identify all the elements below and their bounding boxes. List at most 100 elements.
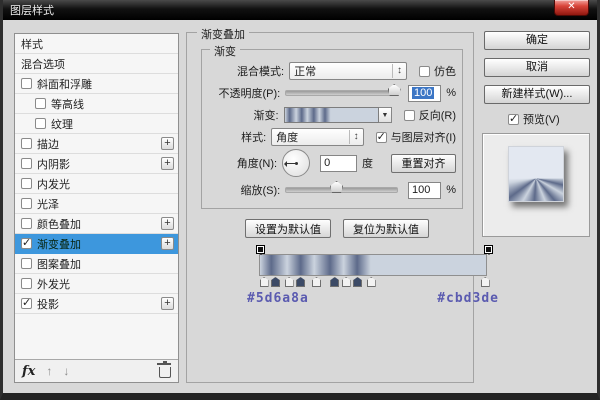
preview-checkbox[interactable] <box>508 114 519 125</box>
opacity-slider-thumb[interactable] <box>388 84 401 96</box>
sidebar-item-11[interactable]: 图案叠加 <box>15 254 178 274</box>
blend-mode-select[interactable]: 正常 ↕ <box>289 62 407 80</box>
reset-default-button[interactable]: 复位为默认值 <box>343 219 429 238</box>
scale-slider-thumb[interactable] <box>330 181 343 193</box>
dialog-body: 样式混合选项斜面和浮雕等高线纹理描边+内阴影+内发光光泽颜色叠加+渐变叠加+图案… <box>3 20 597 393</box>
gradient-bar[interactable] <box>259 254 487 276</box>
effect-checkbox[interactable] <box>21 78 32 89</box>
color-stop[interactable] <box>271 277 280 287</box>
color-stop[interactable] <box>260 277 269 287</box>
sidebar-item-label: 纹理 <box>51 116 73 132</box>
effect-checkbox[interactable] <box>21 138 32 149</box>
gradient-picker-arrow-icon[interactable]: ▼ <box>379 107 392 123</box>
scale-row: 缩放(S): 100 % <box>202 178 462 202</box>
sidebar-item-label: 投影 <box>37 296 59 312</box>
style-list: 样式混合选项斜面和浮雕等高线纹理描边+内阴影+内发光光泽颜色叠加+渐变叠加+图案… <box>15 34 178 359</box>
color-stop[interactable] <box>353 277 362 287</box>
sidebar-item-label: 等高线 <box>51 96 84 112</box>
align-with-layer-label: 与图层对齐(I) <box>391 129 456 145</box>
scale-slider[interactable] <box>285 187 398 193</box>
effect-checkbox[interactable] <box>21 278 32 289</box>
scale-input[interactable]: 100 <box>408 182 441 199</box>
sidebar-item-12[interactable]: 外发光 <box>15 274 178 294</box>
blend-mode-value: 正常 <box>294 63 392 79</box>
gradient-label: 渐变: <box>208 107 279 123</box>
align-with-layer-checkbox[interactable] <box>376 132 387 143</box>
dither-checkbox[interactable] <box>419 66 430 77</box>
gradient-overlay-group: 渐变叠加 渐变 混合模式: 正常 ↕ 仿色 <box>186 32 474 383</box>
effect-checkbox[interactable] <box>21 178 32 189</box>
scale-label: 缩放(S): <box>208 182 280 198</box>
sidebar-item-label: 图案叠加 <box>37 256 81 272</box>
reset-alignment-button[interactable]: 重置对齐 <box>391 154 456 173</box>
sidebar-item-9[interactable]: 颜色叠加+ <box>15 214 178 234</box>
sidebar-item-2[interactable]: 斜面和浮雕 <box>15 74 178 94</box>
sidebar-item-label: 样式 <box>21 36 43 52</box>
gradient-swatch[interactable] <box>284 107 380 123</box>
duplicate-effect-plus-button[interactable]: + <box>161 157 174 170</box>
move-down-icon[interactable]: ↓ <box>63 364 69 378</box>
new-style-button[interactable]: 新建样式(W)... <box>484 85 590 104</box>
sidebar-item-label: 内发光 <box>37 176 70 192</box>
ok-button[interactable]: 确定 <box>484 31 590 50</box>
duplicate-effect-plus-button[interactable]: + <box>161 237 174 250</box>
color-stop[interactable] <box>312 277 321 287</box>
reverse-checkbox[interactable] <box>404 110 415 121</box>
sidebar-item-label: 描边 <box>37 136 59 152</box>
close-icon[interactable]: ✕ <box>554 0 589 16</box>
opacity-input[interactable]: 100 <box>408 85 441 102</box>
sidebar-item-8[interactable]: 光泽 <box>15 194 178 214</box>
fx-menu-button[interactable]: fx <box>22 364 35 379</box>
duplicate-effect-plus-button[interactable]: + <box>161 137 174 150</box>
cancel-button[interactable]: 取消 <box>484 58 590 77</box>
blend-mode-row: 混合模式: 正常 ↕ 仿色 <box>202 60 462 82</box>
angle-dial[interactable] <box>282 149 310 177</box>
duplicate-effect-plus-button[interactable]: + <box>161 297 174 310</box>
opacity-slider[interactable] <box>285 90 398 96</box>
color-stop[interactable] <box>330 277 339 287</box>
sidebar-item-3[interactable]: 等高线 <box>15 94 178 114</box>
effect-checkbox[interactable] <box>21 218 32 229</box>
make-default-button[interactable]: 设置为默认值 <box>245 219 331 238</box>
angle-value: 0 <box>324 157 330 169</box>
angle-label: 角度(N): <box>208 155 277 171</box>
sidebar-item-7[interactable]: 内发光 <box>15 174 178 194</box>
gradient-stops-row <box>259 277 487 288</box>
angle-input[interactable]: 0 <box>320 155 357 172</box>
layer-style-dialog: 图层样式 ✕ 样式混合选项斜面和浮雕等高线纹理描边+内阴影+内发光光泽颜色叠加+… <box>0 0 600 400</box>
effect-checkbox[interactable] <box>21 198 32 209</box>
sidebar-item-label: 渐变叠加 <box>37 236 81 252</box>
sidebar-item-4[interactable]: 纹理 <box>15 114 178 134</box>
sidebar-item-1[interactable]: 混合选项 <box>15 54 178 74</box>
opacity-stop[interactable] <box>256 245 265 254</box>
effect-checkbox[interactable] <box>21 238 32 249</box>
duplicate-effect-plus-button[interactable]: + <box>161 217 174 230</box>
color-stop[interactable] <box>296 277 305 287</box>
move-up-icon[interactable]: ↑ <box>46 364 52 378</box>
effect-checkbox[interactable] <box>35 98 46 109</box>
sidebar-item-5[interactable]: 描边 + <box>15 134 178 154</box>
effect-checkbox[interactable] <box>21 258 32 269</box>
sidebar-item-0[interactable]: 样式 <box>15 34 178 54</box>
dither-label: 仿色 <box>434 63 456 79</box>
style-row: 样式: 角度 ↕ 与图层对齐(I) <box>202 126 462 148</box>
color-stop[interactable] <box>342 277 351 287</box>
sidebar-item-10[interactable]: 渐变叠加 + <box>15 234 178 254</box>
effect-checkbox[interactable] <box>35 118 46 129</box>
title-bar[interactable]: 图层样式 ✕ <box>3 0 597 20</box>
sidebar-item-6[interactable]: 内阴影+ <box>15 154 178 174</box>
action-column: 确定 取消 新建样式(W)... 预览(V) <box>482 31 592 383</box>
sidebar-item-13[interactable]: 投影 + <box>15 294 178 314</box>
sidebar-item-label: 混合选项 <box>21 56 65 72</box>
sidebar-toolbar: fx ↑ ↓ <box>15 359 178 382</box>
gradient-style-select[interactable]: 角度 ↕ <box>271 128 363 146</box>
color-stop[interactable] <box>285 277 294 287</box>
gradient-group: 渐变 混合模式: 正常 ↕ 仿色 不透明度(P): <box>201 49 463 209</box>
styles-sidebar: 样式混合选项斜面和浮雕等高线纹理描边+内阴影+内发光光泽颜色叠加+渐变叠加+图案… <box>14 33 179 383</box>
scale-unit: % <box>446 184 456 196</box>
color-stop[interactable] <box>367 277 376 287</box>
preview-panel <box>482 133 590 237</box>
effect-checkbox[interactable] <box>21 298 32 309</box>
effect-checkbox[interactable] <box>21 158 32 169</box>
delete-effect-icon[interactable] <box>159 367 171 378</box>
